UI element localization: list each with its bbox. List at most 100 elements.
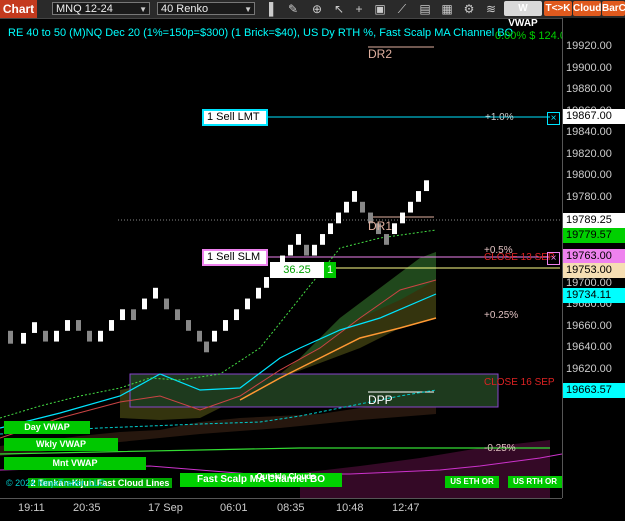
renko-brick [76, 320, 81, 331]
chart-toolbar: Chart MNQ 12-24 ▼ 40 Renko ▼ ▐ ✎ ⊕ ↖ + ▣… [0, 0, 625, 29]
price-tick: 19640.00 [566, 341, 612, 353]
plus-1pct-label: +1.0% [485, 112, 514, 123]
renko-brick [245, 298, 250, 310]
position-qty[interactable]: 1 [324, 262, 336, 278]
price-tick: 19840.00 [566, 126, 612, 138]
data-box-icon[interactable]: ▤ [418, 2, 432, 16]
renko-brick [204, 341, 209, 353]
close-13-sep-label: CLOSE 13 SEP [484, 252, 555, 263]
price-tag-vwap: 19663.57 [563, 383, 625, 398]
chart-title[interactable]: Chart [0, 0, 37, 18]
time-tick: 08:35 [277, 502, 305, 514]
pnl-label: 0.00% $ 124.00 [495, 30, 573, 42]
renko-brick [234, 309, 239, 321]
strategies-icon[interactable]: ⚙ [462, 2, 476, 16]
renko-brick [223, 320, 228, 331]
price-tick: 19620.00 [566, 362, 612, 375]
renko-brick [360, 201, 365, 213]
close-16-sep-label: CLOSE 16 SEP [484, 377, 555, 388]
dpp-label: DPP [368, 393, 393, 407]
position-pnl[interactable]: 36.25 [270, 262, 324, 278]
price-tag-fast-ma: 19779.57 [563, 228, 625, 243]
renko-brick [320, 234, 325, 245]
price-tag-tan: 19753.00 [563, 263, 625, 278]
plus-025pct-label: +0.25% [484, 310, 519, 321]
renko-brick [416, 191, 421, 202]
chevron-down-icon: ▼ [139, 5, 147, 14]
renko-brick [98, 330, 103, 342]
renko-brick [131, 309, 136, 321]
renko-brick [175, 309, 180, 321]
renko-brick [384, 234, 389, 245]
renko-brick [186, 320, 191, 331]
us-eth-or-button[interactable]: US ETH OR [445, 476, 499, 488]
bar-type-selector[interactable]: 40 Renko ▼ [157, 2, 255, 15]
renko-brick [142, 298, 147, 310]
dpp-zone [129, 373, 499, 408]
price-tick: 19900.00 [566, 61, 612, 74]
indicator-header: RE 40 to 50 (M)NQ Dec 20 (1%=150p=$300) … [8, 27, 514, 39]
sell-stop-order[interactable]: 1 Sell SLM [202, 249, 268, 266]
renko-brick [400, 212, 405, 224]
renko-brick [344, 201, 349, 213]
time-tick: 20:35 [73, 502, 101, 514]
renko-brick [109, 320, 114, 331]
copyright-label: © 2024 NinjaTrader, LLC [6, 478, 106, 488]
instrument-label: MNQ 12-24 [56, 3, 113, 15]
time-tick: 17 Sep [148, 502, 183, 514]
w-vwap-button[interactable]: W VWAP [504, 1, 542, 29]
renko-brick [32, 322, 37, 333]
pencil-icon[interactable]: ✎ [286, 2, 300, 16]
renko-brick [54, 330, 59, 342]
renko-brick [120, 309, 125, 321]
chevron-down-icon: ▼ [244, 5, 252, 14]
close-icon[interactable]: × [547, 252, 560, 265]
crosshair-icon[interactable]: + [352, 2, 366, 16]
renko-brick [21, 332, 26, 344]
renko-brick [312, 244, 317, 256]
renko-brick [408, 201, 413, 213]
sell-limit-order[interactable]: 1 Sell LMT [202, 109, 268, 126]
renko-brick [328, 223, 333, 235]
pointer-icon[interactable]: ↖ [332, 2, 346, 16]
price-tag-last: 19789.25 [563, 213, 625, 228]
bar-type-label: 40 Renko [161, 3, 209, 15]
day-vwap-button[interactable]: Day VWAP [4, 421, 90, 434]
tk-button[interactable]: T<>K [544, 1, 572, 16]
price-tick: 19820.00 [566, 147, 612, 160]
renko-brick [296, 234, 301, 245]
indicators-icon[interactable]: ≋ [484, 2, 498, 16]
renko-brick [212, 330, 217, 342]
renko-brick [197, 330, 202, 342]
price-tick: 19780.00 [566, 190, 612, 203]
mnt-vwap-button[interactable]: Mnt VWAP [4, 457, 146, 470]
renko-brick [424, 180, 429, 192]
bar-chart-icon[interactable]: ▐ [262, 2, 276, 16]
price-tick: 19660.00 [566, 319, 612, 332]
renko-brick [336, 212, 341, 224]
price-tick: 19880.00 [566, 83, 612, 95]
lock-icon[interactable]: ▣ [373, 2, 387, 16]
time-tick: 06:01 [220, 502, 248, 514]
zoom-in-icon[interactable]: ⊕ [310, 2, 324, 16]
time-tick: 19:11 [18, 502, 45, 514]
us-rth-or-button[interactable]: US RTH OR [508, 476, 562, 488]
price-tag-sell-limit: 19867.00 [563, 109, 625, 124]
drawing-tools-icon[interactable]: ⟋ [395, 2, 409, 16]
wkly-vwap-button[interactable]: Wkly VWAP [4, 438, 118, 451]
close-icon[interactable]: × [547, 112, 560, 125]
dr2-label: DR2 [368, 47, 393, 61]
cloud-button[interactable]: Cloud [573, 1, 601, 16]
instrument-selector[interactable]: MNQ 12-24 ▼ [52, 2, 150, 15]
renko-brick [256, 287, 261, 299]
renko-brick [352, 191, 357, 202]
time-tick: 10:48 [336, 502, 364, 514]
renko-brick [392, 223, 397, 235]
price-tag-sell-stop: 19763.00 [563, 249, 625, 264]
price-tick: 19800.00 [566, 169, 612, 181]
price-tag-cyan: 19734.11 [563, 288, 625, 303]
renko-brick [153, 287, 158, 299]
properties-icon[interactable]: ▦ [440, 2, 454, 16]
barc-button[interactable]: BarC [602, 1, 625, 16]
renko-brick [65, 320, 70, 331]
